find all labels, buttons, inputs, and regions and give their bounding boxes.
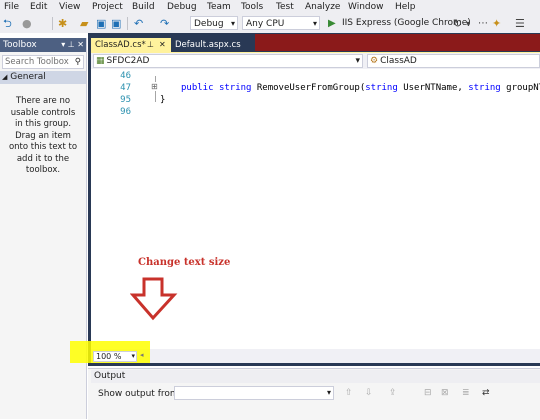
code-token: groupNTNa <box>506 83 540 93</box>
toolbox-title: Toolbox <box>3 40 37 50</box>
menu-build[interactable]: Build <box>132 1 155 13</box>
next-message-icon[interactable]: ⇪ <box>389 388 397 398</box>
undo-icon[interactable]: ↶ <box>134 17 143 30</box>
output-title: Output <box>94 371 126 381</box>
save-icon[interactable]: ▣ <box>96 17 106 30</box>
standard-toolbar: ⮌ ● ✱ ▰ ▣ ▣ ↶ ↷ Debug ▾ Any CPU ▾ ▶ IIS Ex… <box>0 14 540 33</box>
menu-edit[interactable]: Edit <box>30 1 47 13</box>
class-icon: ⚙ <box>370 56 379 66</box>
toolbar-separator <box>127 17 128 30</box>
zoom-level-dropdown[interactable]: 100 % ▾ <box>93 351 137 362</box>
toolbar-separator <box>52 17 53 30</box>
save-all-icon[interactable]: ▣ <box>111 17 121 30</box>
menu-view[interactable]: View <box>59 1 80 13</box>
zoom-value: 100 % <box>96 352 122 361</box>
menu-team[interactable]: Team <box>207 1 231 13</box>
toolbox-group-general[interactable]: ◢ General <box>0 71 86 84</box>
tab-label: Default.aspx.cs <box>175 40 241 50</box>
group-label: General <box>10 72 46 82</box>
play-icon[interactable]: ▶ <box>328 17 336 30</box>
toolbox-empty-message: There are no usable controls in this gro… <box>8 96 78 175</box>
collapse-triangle-icon: ◢ <box>2 73 8 81</box>
options-icon[interactable]: ⋯ <box>478 17 488 30</box>
code-token: string <box>218 83 252 93</box>
run-target-button[interactable]: IIS Express (Google Chrome) <box>342 17 471 30</box>
chevron-down-icon: ▾ <box>312 19 317 28</box>
project-icon: ▦ <box>96 56 105 66</box>
tab-classad[interactable]: ClassAD.cs* ⊥ ✕ <box>91 38 171 52</box>
line-number: 95 <box>120 95 131 105</box>
project-value: SFDC2AD <box>106 56 150 66</box>
code-line-95[interactable]: } <box>160 94 165 106</box>
find-message-icon[interactable]: ⇧ <box>345 388 353 398</box>
redo-icon[interactable]: ↷ <box>160 17 169 30</box>
chevron-down-icon: ▾ <box>131 352 135 360</box>
scroll-left-icon[interactable]: ◂ <box>140 351 144 359</box>
solution-platform-dropdown[interactable]: Any CPU ▾ <box>242 16 320 30</box>
configuration-value: Debug <box>194 19 224 29</box>
line-number: 96 <box>120 107 131 117</box>
navigation-bar: ▦ SFDC2AD ▾ ⚙ ClassAD <box>91 53 540 69</box>
toolbox-search-input[interactable]: Search Toolbox ⚲ <box>2 55 84 69</box>
down-arrow-icon <box>130 277 178 321</box>
clear-all-icon[interactable]: ⊟ <box>424 388 432 398</box>
chevron-down-icon: ▾ <box>326 388 331 397</box>
code-token: string <box>365 83 398 93</box>
toggle-wrap-icon[interactable]: ⇄ <box>482 388 490 398</box>
new-project-icon[interactable]: ✱ <box>58 17 67 30</box>
project-dropdown[interactable]: ▦ SFDC2AD ▾ <box>93 54 363 68</box>
platform-value: Any CPU <box>246 19 285 29</box>
forward-icon[interactable]: ● <box>22 17 32 30</box>
menu-bar: File Edit View Project Build Debug Team … <box>0 0 540 14</box>
wand-icon[interactable]: ✦ <box>492 17 501 30</box>
goto-icon[interactable]: ⊠ <box>441 388 449 398</box>
search-placeholder: Search Toolbox <box>5 57 69 67</box>
search-icon[interactable]: ⚲ <box>75 56 81 68</box>
code-line-47[interactable]: public string RemoveUserFromGroup(string… <box>181 82 540 94</box>
output-title-bar[interactable]: Output <box>91 370 540 383</box>
editor-status-row <box>91 349 540 363</box>
pin-icon[interactable]: ▾ ⊥ ✕ <box>61 38 84 52</box>
menu-file[interactable]: File <box>4 1 19 13</box>
show-output-label: Show output from: <box>98 389 182 399</box>
code-token: UserNTName, <box>403 83 463 93</box>
title-banner <box>255 34 540 51</box>
back-icon[interactable]: ⮌ <box>3 17 12 30</box>
menu-tools[interactable]: Tools <box>241 1 263 13</box>
close-icon[interactable]: ✕ <box>159 38 166 52</box>
comment-icon[interactable]: ☰ <box>515 17 525 30</box>
solution-configuration-dropdown[interactable]: Debug ▾ <box>190 16 238 30</box>
output-source-dropdown[interactable]: ▾ <box>174 386 334 400</box>
prev-message-icon[interactable]: ⇩ <box>365 388 373 398</box>
class-value: ClassAD <box>380 56 417 66</box>
tab-label: ClassAD.cs* <box>95 40 146 50</box>
menu-window[interactable]: Window <box>348 1 384 13</box>
code-token: string <box>468 83 501 93</box>
toolbox-title-bar[interactable]: Toolbox ▾ ⊥ ✕ <box>0 38 86 52</box>
browser-refresh-icon[interactable]: ↻ <box>453 17 462 30</box>
menu-help[interactable]: Help <box>395 1 416 13</box>
chevron-down-icon[interactable]: ▾ <box>466 17 470 30</box>
open-file-icon[interactable]: ▰ <box>80 17 88 30</box>
tab-default-aspx[interactable]: Default.aspx.cs <box>171 38 255 52</box>
code-token: public <box>181 83 214 93</box>
line-number: 46 <box>120 71 131 81</box>
menu-test[interactable]: Test <box>276 1 294 13</box>
line-number: 47 <box>120 83 131 93</box>
code-token: RemoveUserFromGroup( <box>256 83 366 93</box>
annotation-text: Change text size <box>138 257 231 268</box>
chevron-down-icon: ▾ <box>230 19 235 28</box>
chevron-down-icon: ▾ <box>355 56 360 66</box>
pin-icon[interactable]: ⊥ <box>147 38 154 52</box>
menu-analyze[interactable]: Analyze <box>305 1 340 13</box>
menu-debug[interactable]: Debug <box>167 1 197 13</box>
class-dropdown[interactable]: ⚙ ClassAD <box>367 54 540 68</box>
expand-icon[interactable]: ⊞ <box>151 82 158 91</box>
word-wrap-icon[interactable]: ≣ <box>462 388 470 398</box>
menu-project[interactable]: Project <box>92 1 123 13</box>
